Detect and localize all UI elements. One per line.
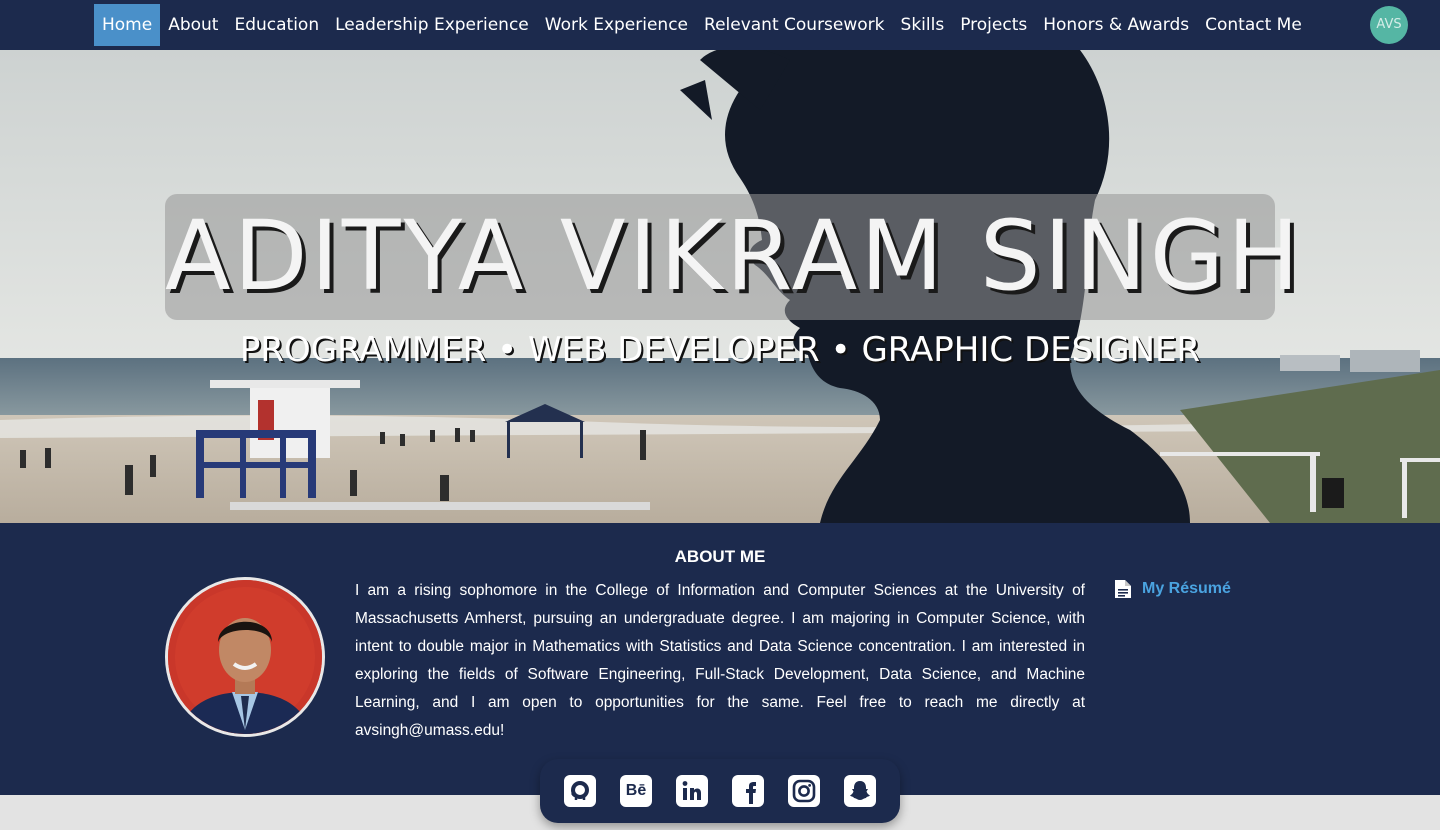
about-section: ABOUT ME I am a rising sophomore in the … xyxy=(0,523,1440,795)
facebook-icon[interactable] xyxy=(732,775,764,807)
hero-tagline: PROGRAMMER • WEB DEVELOPER • GRAPHIC DES… xyxy=(239,330,1201,370)
nav-item-projects[interactable]: Projects xyxy=(952,4,1035,46)
snapchat-icon[interactable] xyxy=(844,775,876,807)
nav-item-leadership-experience[interactable]: Leadership Experience xyxy=(327,4,537,46)
document-icon xyxy=(1115,580,1131,598)
top-navbar: Home About Education Leadership Experien… xyxy=(0,0,1440,50)
hero-name: ADITYA VIKRAM SINGH xyxy=(165,200,1303,312)
nav-item-relevant-coursework[interactable]: Relevant Coursework xyxy=(696,4,893,46)
nav-item-skills[interactable]: Skills xyxy=(893,4,953,46)
logo-badge[interactable]: AVS xyxy=(1370,6,1408,44)
hero-banner: ADITYA VIKRAM SINGH PROGRAMMER • WEB DEV… xyxy=(0,50,1440,523)
about-description: I am a rising sophomore in the College o… xyxy=(355,582,1085,739)
resume-link[interactable]: My Résumé xyxy=(1114,579,1231,599)
github-icon[interactable] xyxy=(564,775,596,807)
nav-item-contact-me[interactable]: Contact Me xyxy=(1197,4,1310,46)
nav-item-education[interactable]: Education xyxy=(226,4,327,46)
nav-item-honors-awards[interactable]: Honors & Awards xyxy=(1035,4,1197,46)
nav-item-home[interactable]: Home xyxy=(94,4,161,46)
social-links-bar: Bē xyxy=(540,759,900,823)
behance-glyph: Bē xyxy=(625,782,647,799)
nav-item-about[interactable]: About xyxy=(160,4,226,46)
behance-icon[interactable]: Bē xyxy=(620,775,652,807)
profile-photo xyxy=(165,577,325,737)
nav-menu: Home About Education Leadership Experien… xyxy=(94,4,1310,46)
about-heading: ABOUT ME xyxy=(674,547,766,566)
instagram-icon[interactable] xyxy=(788,775,820,807)
nav-item-work-experience[interactable]: Work Experience xyxy=(537,4,696,46)
resume-label: My Résumé xyxy=(1142,580,1231,597)
linkedin-icon[interactable] xyxy=(676,775,708,807)
